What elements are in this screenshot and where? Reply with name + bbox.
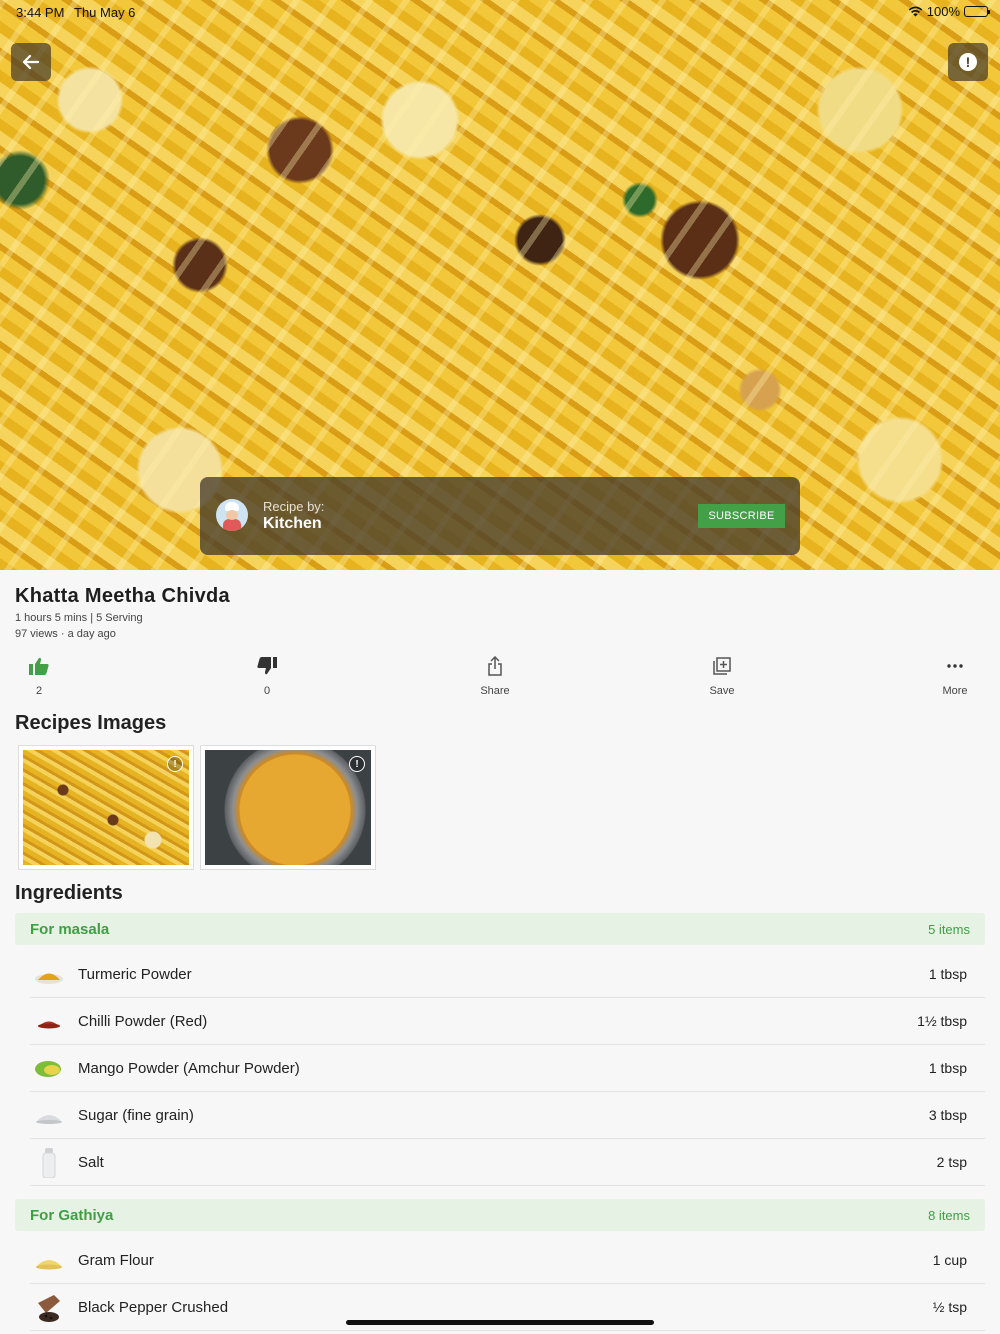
share-button[interactable]: Share xyxy=(465,655,525,697)
ingredient-quantity: 1 tbsp xyxy=(928,966,967,982)
ingredient-quantity: 1½ tbsp xyxy=(917,1013,967,1029)
home-indicator[interactable] xyxy=(346,1320,654,1325)
save-label: Save xyxy=(709,685,735,697)
ingredients-title: Ingredients xyxy=(15,882,123,904)
like-count: 2 xyxy=(35,685,43,697)
ingredient-row: Mango Powder (Amchur Powder) 1 tbsp xyxy=(30,1045,985,1092)
report-button[interactable]: ! xyxy=(948,43,988,81)
ingredient-name: Chilli Powder (Red) xyxy=(78,1013,208,1030)
share-label: Share xyxy=(480,685,510,697)
ingredient-group-header[interactable]: For Gathiya 8 items xyxy=(15,1199,985,1231)
battery-icon xyxy=(964,6,990,17)
recipe-by-card: Recipe by: Kitchen SUBSCRIBE xyxy=(200,477,800,555)
ingredient-row: Salt 2 tsp xyxy=(30,1139,985,1186)
ingredient-name: Mango Powder (Amchur Powder) xyxy=(78,1060,300,1077)
recipes-images-title: Recipes Images xyxy=(15,712,167,734)
ingredient-quantity: ½ tsp xyxy=(932,1299,967,1315)
dislike-count: 0 xyxy=(263,685,271,697)
report-image-icon[interactable]: ! xyxy=(167,756,183,772)
recipe-image-thumbnail[interactable]: ! xyxy=(200,745,376,870)
turmeric-powder-icon xyxy=(34,962,64,988)
recipe-by-label: Recipe by: xyxy=(263,499,325,514)
battery-percent: 100% xyxy=(926,4,960,19)
recipe-title: Khatta Meetha Chivda xyxy=(15,585,230,607)
ingredient-quantity: 3 tbsp xyxy=(928,1107,967,1123)
ingredient-name: Black Pepper Crushed xyxy=(78,1299,229,1316)
ingredient-row: Turmeric Powder 1 tbsp xyxy=(30,951,985,998)
more-label: More xyxy=(942,685,968,697)
status-time: 3:44 PM xyxy=(16,5,65,20)
ingredient-group-name: For masala xyxy=(30,921,110,938)
salt-shaker-icon xyxy=(34,1148,64,1178)
recipe-time-serving: 1 hours 5 mins | 5 Serving xyxy=(15,612,143,624)
arrow-left-icon xyxy=(22,54,40,70)
save-button[interactable]: Save xyxy=(692,655,752,697)
more-button[interactable]: More xyxy=(925,655,985,697)
alert-icon: ! xyxy=(959,53,977,71)
ingredient-quantity: 2 tsp xyxy=(936,1154,967,1170)
sugar-icon xyxy=(34,1103,64,1129)
like-button[interactable]: 2 xyxy=(9,655,69,697)
ingredient-row: Sugar (fine grain) 3 tbsp xyxy=(30,1092,985,1139)
ingredient-name: Gram Flour xyxy=(78,1252,154,1269)
more-dots-icon xyxy=(947,664,963,668)
status-date: Thu May 6 xyxy=(74,5,136,20)
ingredient-row: Chilli Powder (Red) 1½ tbsp xyxy=(30,998,985,1045)
thumbs-down-icon xyxy=(257,657,277,675)
subscribe-button[interactable]: SUBSCRIBE xyxy=(698,504,785,528)
add-to-collection-icon xyxy=(713,657,731,675)
gram-flour-icon xyxy=(34,1248,64,1274)
ingredient-group-count: 5 items xyxy=(928,922,970,937)
ingredient-group-header[interactable]: For masala 5 items xyxy=(15,913,985,945)
wifi-icon xyxy=(908,6,923,17)
thumbs-up-icon xyxy=(29,657,49,675)
recipe-views: 97 views · a day ago xyxy=(15,628,116,640)
ingredient-name: Turmeric Powder xyxy=(78,966,192,983)
share-icon xyxy=(488,656,502,676)
ingredient-name: Salt xyxy=(78,1154,104,1171)
report-image-icon[interactable]: ! xyxy=(349,756,365,772)
ingredient-quantity: 1 cup xyxy=(932,1252,967,1268)
ingredient-quantity: 1 tbsp xyxy=(928,1060,967,1076)
recipe-image-thumbnail[interactable]: ! xyxy=(18,745,194,870)
back-button[interactable] xyxy=(11,43,51,81)
mango-powder-icon xyxy=(34,1056,64,1082)
ingredient-group-count: 8 items xyxy=(928,1208,970,1223)
author-name[interactable]: Kitchen xyxy=(263,515,322,533)
chef-avatar[interactable] xyxy=(216,499,248,531)
black-pepper-icon xyxy=(34,1295,64,1322)
status-indicators: 100% xyxy=(908,4,990,19)
chilli-powder-icon xyxy=(34,1009,64,1035)
ingredient-group-name: For Gathiya xyxy=(30,1207,114,1224)
dislike-button[interactable]: 0 xyxy=(237,655,297,697)
ingredient-row: Gram Flour 1 cup xyxy=(30,1237,985,1284)
status-bar: 3:44 PM Thu May 6 100% xyxy=(0,0,1000,24)
ingredient-name: Sugar (fine grain) xyxy=(78,1107,194,1124)
